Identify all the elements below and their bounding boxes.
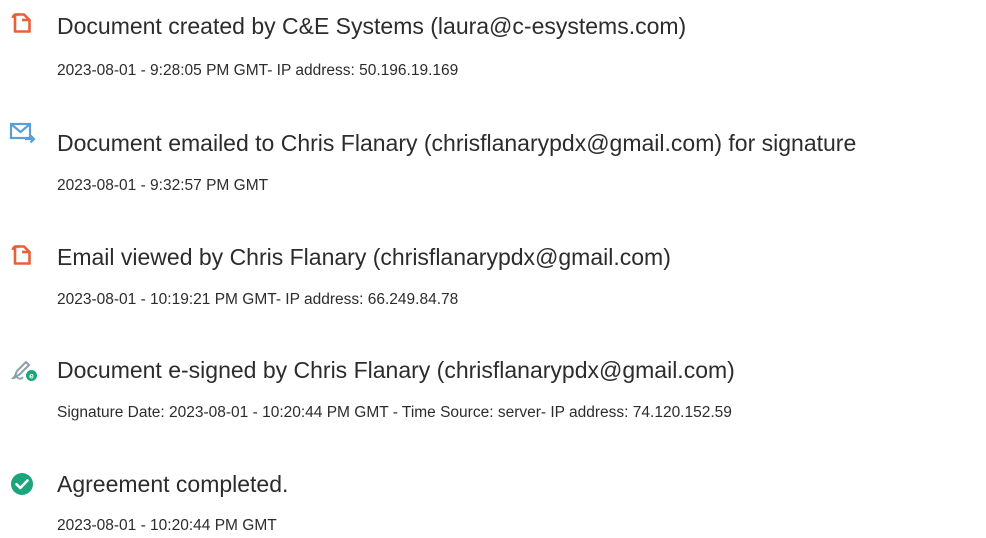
event-timestamp: Signature Date: 2023-08-01 - 10:20:44 PM… (57, 404, 732, 421)
document-view-icon (10, 243, 34, 267)
email-sent-icon (9, 120, 37, 144)
event-title: Agreement completed. (57, 471, 289, 497)
audit-history-page: { "events": [ { "icon": "document-create… (0, 0, 986, 538)
svg-text:e: e (29, 371, 34, 381)
event-title: Document emailed to Chris Flanary (chris… (57, 130, 857, 156)
event-timestamp: 2023-08-01 - 9:28:05 PM GMT- IP address:… (57, 62, 459, 79)
pen-esign-icon: e (10, 358, 38, 382)
event-title: Email viewed by Chris Flanary (chrisflan… (57, 244, 671, 270)
event-title: Document created by C&E Systems (laura@c… (57, 13, 687, 39)
event-timestamp: 2023-08-01 - 10:19:21 PM GMT- IP address… (57, 291, 459, 308)
event-timestamp: 2023-08-01 - 9:32:57 PM GMT (57, 177, 269, 194)
document-create-icon (10, 11, 34, 35)
check-circle-icon (10, 472, 34, 496)
event-title: Document e-signed by Chris Flanary (chri… (57, 357, 735, 383)
event-timestamp: 2023-08-01 - 10:20:44 PM GMT (57, 517, 277, 534)
